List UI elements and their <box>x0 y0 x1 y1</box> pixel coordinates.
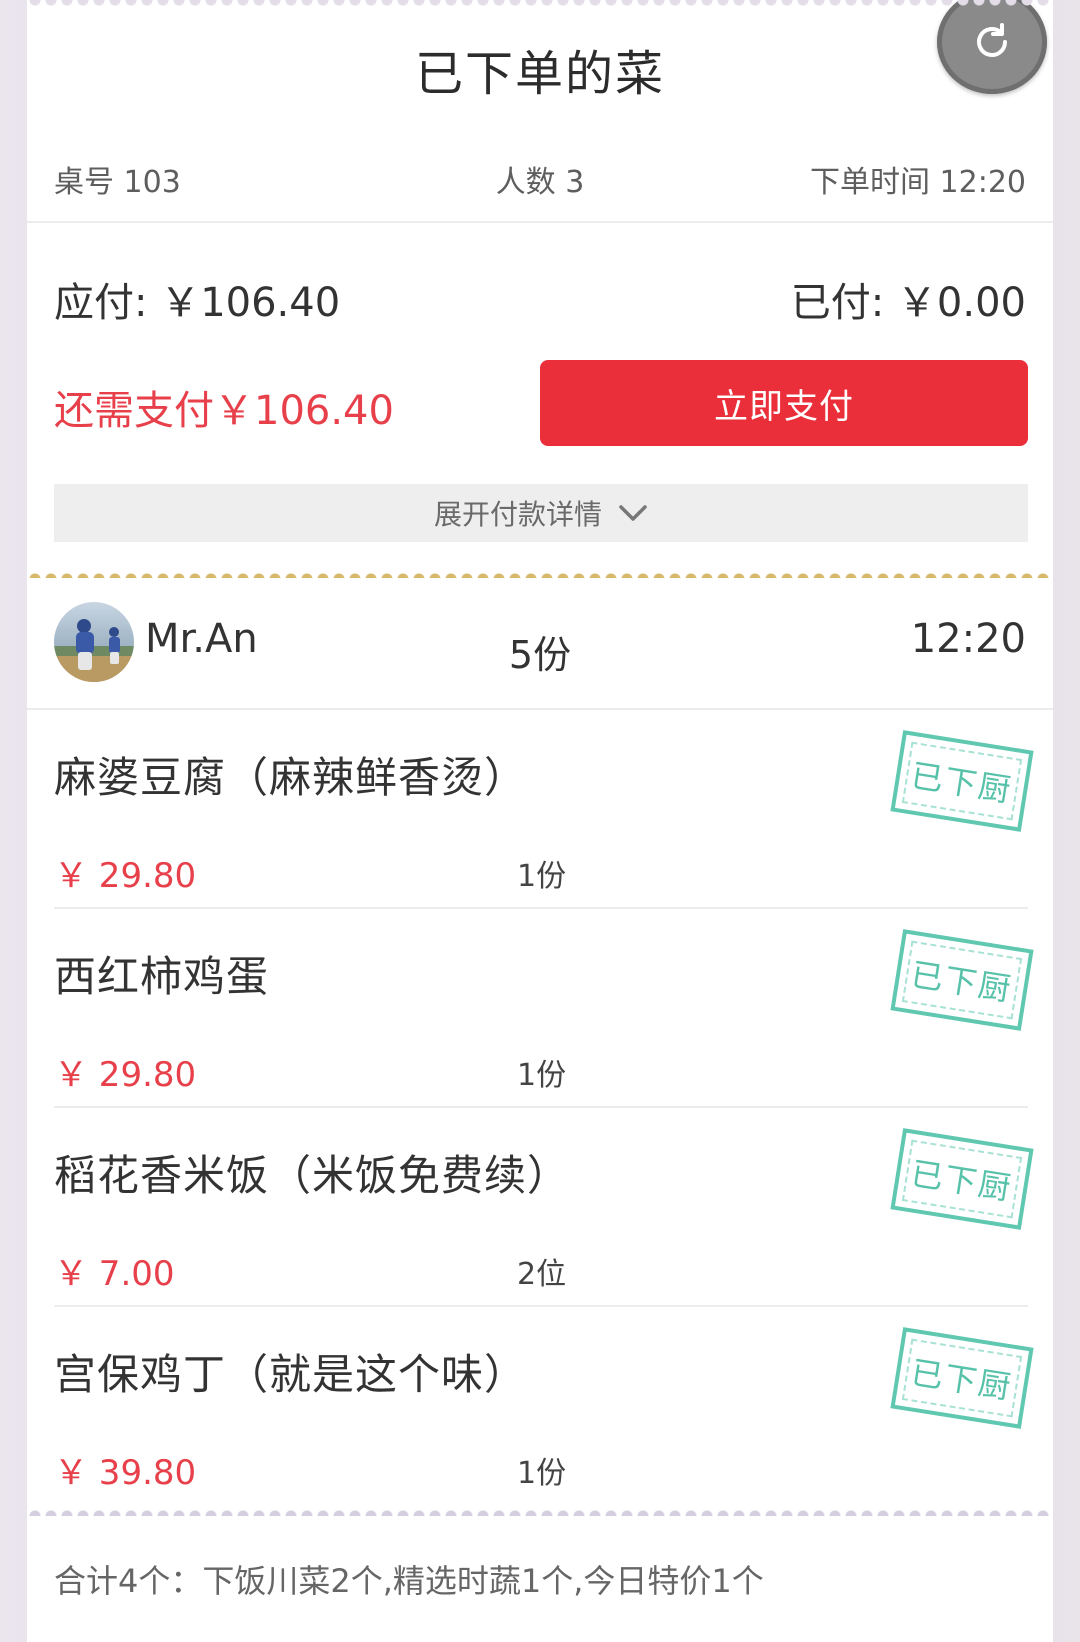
amount-paid: 已付: ￥0.00 <box>790 280 1026 326</box>
amount-due: 应付: ￥106.40 <box>54 280 341 326</box>
status-stamp: 已下厨 <box>890 1327 1034 1429</box>
order-items-card: Mr.An 5份 12:20 麻婆豆腐（麻辣鲜香烫） ￥ 29.80 1份 已下… <box>27 578 1053 1516</box>
item-name: 稻花香米饭（米饭免费续） <box>54 1151 571 1200</box>
item-name: 麻婆豆腐（麻辣鲜香烫） <box>54 753 528 802</box>
order-summary: 合计4个：下饭川菜2个,精选时蔬1个,今日特价1个 <box>54 1562 764 1600</box>
order-header-card: 已下单的菜 桌号 103 人数 3 下单时间 12:20 应付: ￥106.40… <box>27 0 1053 578</box>
item-price: ￥ 39.80 <box>54 1453 197 1493</box>
status-stamp: 已下厨 <box>890 730 1034 832</box>
item-name: 宫保鸡丁（就是这个味） <box>54 1350 528 1399</box>
list-item: 麻婆豆腐（麻辣鲜香烫） ￥ 29.80 1份 已下厨 <box>54 710 1034 909</box>
item-price: ￥ 29.80 <box>54 1055 197 1095</box>
user-order-time: 12:20 <box>910 616 1026 662</box>
user-item-count: 5份 <box>508 633 572 677</box>
status-stamp: 已下厨 <box>890 929 1034 1031</box>
refresh-icon <box>977 23 1007 57</box>
list-item: 宫保鸡丁（就是这个味） ￥ 39.80 1份 已下厨 <box>54 1307 1034 1506</box>
order-time: 下单时间 12:20 <box>810 165 1026 200</box>
status-stamp: 已下厨 <box>890 1128 1034 1230</box>
list-item: 西红柿鸡蛋 ￥ 29.80 1份 已下厨 <box>54 909 1034 1108</box>
item-quantity: 1份 <box>517 859 567 894</box>
item-price: ￥ 29.80 <box>54 856 197 896</box>
page-title: 已下单的菜 <box>414 46 665 102</box>
item-quantity: 1份 <box>517 1058 567 1093</box>
item-quantity: 1份 <box>517 1456 567 1491</box>
amount-remaining: 还需支付￥106.40 <box>54 388 394 434</box>
summary-card: 合计4个：下饭川菜2个,精选时蔬1个,今日特价1个 <box>27 1516 1053 1642</box>
card-edge-top <box>27 0 1053 8</box>
expand-payment-details[interactable]: 展开付款详情 <box>54 484 1028 542</box>
divider <box>27 221 1053 223</box>
item-quantity: 2位 <box>517 1257 567 1292</box>
item-name: 西红柿鸡蛋 <box>54 952 270 1001</box>
pay-now-button[interactable]: 立即支付 <box>540 360 1028 446</box>
chevron-down-icon <box>619 505 647 521</box>
expand-label: 展开付款详情 <box>433 498 602 531</box>
list-item: 稻花香米饭（米饭免费续） ￥ 7.00 2位 已下厨 <box>54 1108 1034 1307</box>
item-price: ￥ 7.00 <box>54 1254 175 1294</box>
